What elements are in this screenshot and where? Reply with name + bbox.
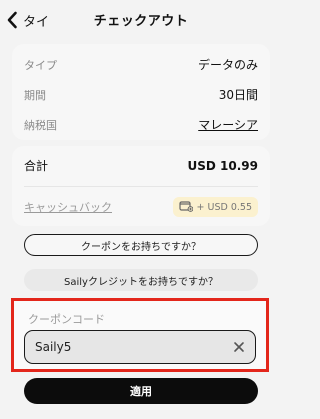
detail-label: タイプ [24,58,57,72]
detail-label: 期間 [24,88,46,102]
detail-row-type: タイプ データのみ [24,56,258,73]
total-card: 合計 USD 10.99 キャッシュバック + USD 0.55 [12,146,270,226]
detail-row-period: 期間 30日間 [24,86,258,103]
coupon-code-input[interactable] [35,340,215,354]
close-icon[interactable] [233,341,245,353]
detail-label: 納税国 [24,118,57,132]
detail-row-tax-country: 納税国 マレーシア [24,116,258,133]
credit-toggle-button[interactable]: Sailyクレジットをお持ちですか？ [24,269,258,291]
cashback-value: + USD 0.55 [196,201,252,213]
cashback-link[interactable]: キャッシュバック [24,199,112,215]
wallet-plus-icon [178,200,193,215]
coupon-code-field[interactable] [24,330,256,364]
total-row: 合計 USD 10.99 [24,157,258,174]
header: タイ チェックアウト [0,0,282,40]
total-label: 合計 [24,159,49,173]
detail-value: 30日間 [218,88,258,102]
cashback-badge: + USD 0.55 [172,197,258,217]
apply-button[interactable]: 適用 [24,378,258,404]
cashback-row: キャッシュバック + USD 0.55 [24,197,258,217]
detail-value: データのみ [197,58,258,72]
coupon-toggle-button[interactable]: クーポンをお持ちですか？ [24,234,258,256]
plan-details-card: タイプ データのみ 期間 30日間 納税国 マレーシア [12,44,270,140]
divider [24,186,258,187]
tax-country-link[interactable]: マレーシア [198,116,258,133]
coupon-section: クーポンコード [11,298,269,372]
coupon-code-label: クーポンコード [28,313,105,326]
page-title: チェックアウト [93,14,189,29]
total-value: USD 10.99 [187,158,258,173]
